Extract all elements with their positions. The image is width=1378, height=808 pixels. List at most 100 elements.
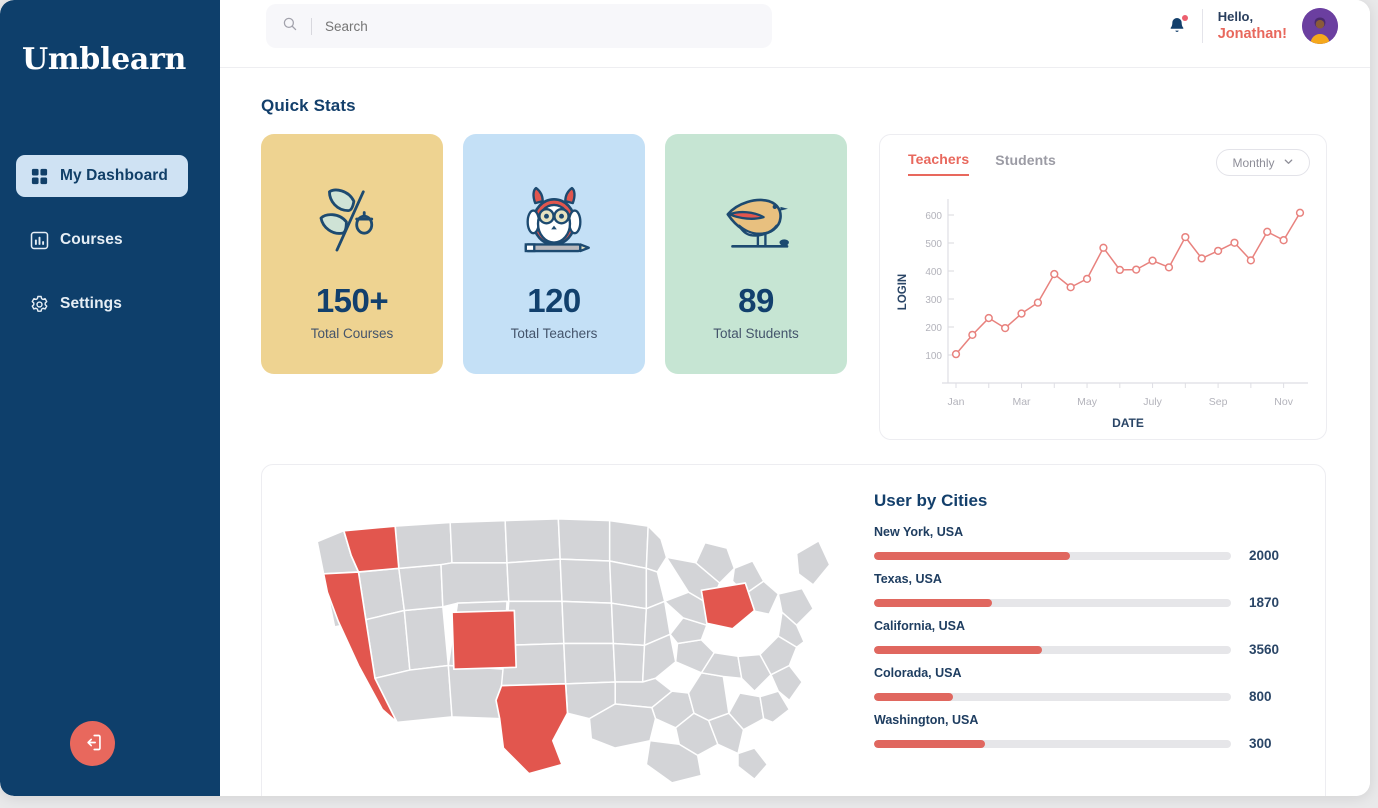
chart-svg: 100 200 300 400 500 600 Jan Mar May July Sep Nov LOG… xyxy=(890,187,1318,433)
logout-icon xyxy=(82,732,103,756)
city-value: 3560 xyxy=(1249,642,1293,657)
city-value: 300 xyxy=(1249,736,1293,751)
stat-value: 120 xyxy=(527,282,581,320)
stat-card-courses[interactable]: 150+ Total Courses xyxy=(261,134,443,374)
city-value: 2000 xyxy=(1249,548,1293,563)
svg-text:200: 200 xyxy=(925,323,942,334)
svg-text:May: May xyxy=(1077,396,1098,408)
main-content: Quick Stats 150+ xyxy=(220,68,1370,796)
greeting-line1: Hello, xyxy=(1218,9,1287,25)
bar-chart-icon xyxy=(30,231,49,250)
login-chart-panel: Teachers Students Monthly 100 200 300 400 50… xyxy=(879,134,1327,440)
stat-card-students[interactable]: 89 Total Students xyxy=(665,134,847,374)
city-progress-fill xyxy=(874,646,1042,654)
city-row: Colorada, USA 800 xyxy=(874,666,1293,704)
city-progress-fill xyxy=(874,693,953,701)
city-row: California, USA 3560 xyxy=(874,619,1293,657)
city-row: New York, USA 2000 xyxy=(874,525,1293,563)
topbar-divider xyxy=(1202,9,1203,43)
city-progress-track xyxy=(874,646,1231,654)
owl-icon xyxy=(507,168,601,272)
us-map-svg xyxy=(272,473,852,796)
svg-text:600: 600 xyxy=(925,211,942,222)
state-texas xyxy=(496,684,568,774)
topbar: Hello, Jonathan! xyxy=(220,0,1370,68)
city-row: Texas, USA 1870 xyxy=(874,572,1293,610)
search-divider xyxy=(311,18,312,35)
svg-text:100: 100 xyxy=(925,351,942,362)
sidebar-item-label: Courses xyxy=(60,231,123,249)
sidebar-item-settings[interactable]: Settings xyxy=(16,283,206,325)
stat-card-teachers[interactable]: 120 Total Teachers xyxy=(463,134,645,374)
city-value: 1870 xyxy=(1249,595,1293,610)
svg-text:July: July xyxy=(1143,396,1162,408)
city-progress-fill xyxy=(874,552,1070,560)
notifications-button[interactable] xyxy=(1167,15,1187,37)
search-input[interactable] xyxy=(325,19,756,34)
avatar[interactable] xyxy=(1302,8,1338,44)
state-new-york xyxy=(701,583,754,629)
sidebar: Umblearn My Dashboard xyxy=(0,0,220,796)
stat-label: Total Courses xyxy=(311,326,394,341)
logout-button[interactable] xyxy=(70,721,115,766)
chevron-down-icon xyxy=(1283,156,1294,170)
bell-icon xyxy=(1167,23,1187,40)
stat-value: 89 xyxy=(738,282,774,320)
svg-text:Mar: Mar xyxy=(1012,396,1031,408)
city-name: Washington, USA xyxy=(874,713,1293,727)
greeting-username: Jonathan! xyxy=(1218,25,1287,43)
city-name: California, USA xyxy=(874,619,1293,633)
stat-value: 150+ xyxy=(316,282,388,320)
svg-text:Nov: Nov xyxy=(1274,396,1293,408)
city-value: 800 xyxy=(1249,689,1293,704)
sidebar-item-courses[interactable]: Courses xyxy=(16,219,206,261)
city-progress-track xyxy=(874,552,1231,560)
app-window: Umblearn My Dashboard xyxy=(0,0,1370,796)
topbar-right: Hello, Jonathan! xyxy=(1167,8,1338,44)
period-select[interactable]: Monthly xyxy=(1216,149,1310,176)
stat-cards: 150+ Total Courses xyxy=(261,134,847,374)
cities-title: User by Cities xyxy=(874,491,1293,511)
period-value: Monthly xyxy=(1232,156,1274,170)
city-name: Texas, USA xyxy=(874,572,1293,586)
city-row: Washington, USA 300 xyxy=(874,713,1293,751)
svg-text:300: 300 xyxy=(925,295,942,306)
svg-text:DATE: DATE xyxy=(1112,416,1144,430)
leaf-branch-icon xyxy=(305,168,399,272)
svg-text:LOGIN: LOGIN xyxy=(897,274,909,310)
stat-label: Total Students xyxy=(713,326,799,341)
city-name: New York, USA xyxy=(874,525,1293,539)
svg-text:Jan: Jan xyxy=(948,396,965,408)
login-line-chart: 100 200 300 400 500 600 Jan Mar May July Sep Nov LOG… xyxy=(890,187,1318,433)
sidebar-nav: My Dashboard Courses xyxy=(16,155,206,347)
city-progress-track xyxy=(874,693,1231,701)
sidebar-item-my-dashboard[interactable]: My Dashboard xyxy=(16,155,188,197)
us-map[interactable] xyxy=(262,465,862,796)
city-progress-track xyxy=(874,740,1231,748)
app-logo: Umblearn xyxy=(22,42,186,77)
svg-text:400: 400 xyxy=(925,267,942,278)
user-greeting: Hello, Jonathan! xyxy=(1218,9,1287,43)
city-progress-track xyxy=(874,599,1231,607)
tab-students[interactable]: Students xyxy=(995,152,1056,175)
user-by-cities: User by Cities New York, USA 2000 Texas,… xyxy=(862,465,1325,796)
state-colorado xyxy=(452,611,516,670)
top-row: 150+ Total Courses xyxy=(261,134,1326,440)
tab-teachers[interactable]: Teachers xyxy=(908,151,969,176)
sidebar-item-label: Settings xyxy=(60,295,122,313)
city-progress-fill xyxy=(874,740,985,748)
bird-icon xyxy=(709,168,803,272)
gear-icon xyxy=(30,295,49,314)
grid-icon xyxy=(30,167,49,186)
sidebar-item-label: My Dashboard xyxy=(60,167,168,185)
svg-text:Sep: Sep xyxy=(1209,396,1228,408)
stat-label: Total Teachers xyxy=(511,326,598,341)
page-title: Quick Stats xyxy=(261,96,1326,116)
users-by-location-panel: User by Cities New York, USA 2000 Texas,… xyxy=(261,464,1326,796)
search-box[interactable] xyxy=(266,4,772,48)
search-icon xyxy=(282,16,298,37)
notification-badge xyxy=(1182,15,1188,21)
city-name: Colorada, USA xyxy=(874,666,1293,680)
city-progress-fill xyxy=(874,599,992,607)
svg-text:500: 500 xyxy=(925,239,942,250)
